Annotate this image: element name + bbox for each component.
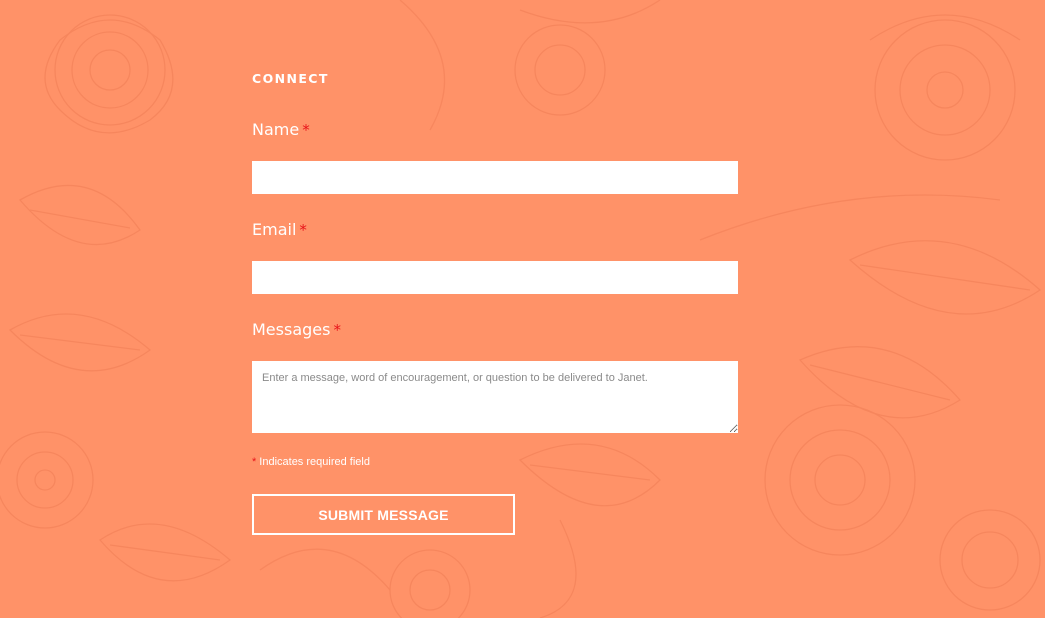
name-label: Name * — [252, 120, 310, 140]
required-field-note: * Indicates required field — [252, 456, 370, 468]
name-label-text: Name — [252, 120, 300, 139]
required-note-text: Indicates required field — [259, 456, 370, 468]
floral-background — [0, 0, 1042, 618]
message-textarea[interactable] — [252, 361, 738, 433]
submit-message-button[interactable]: SUBMIT MESSAGE — [252, 494, 515, 535]
message-label: Messages * — [252, 320, 341, 340]
name-input[interactable] — [252, 161, 738, 194]
required-asterisk: * — [252, 456, 257, 468]
email-label: Email * — [252, 220, 307, 240]
required-asterisk: * — [299, 221, 307, 239]
section-title: CONNECT — [252, 71, 329, 86]
email-label-text: Email — [252, 220, 297, 239]
required-asterisk: * — [333, 321, 341, 339]
message-label-text: Messages — [252, 320, 331, 339]
required-asterisk: * — [302, 121, 310, 139]
email-input[interactable] — [252, 261, 738, 294]
